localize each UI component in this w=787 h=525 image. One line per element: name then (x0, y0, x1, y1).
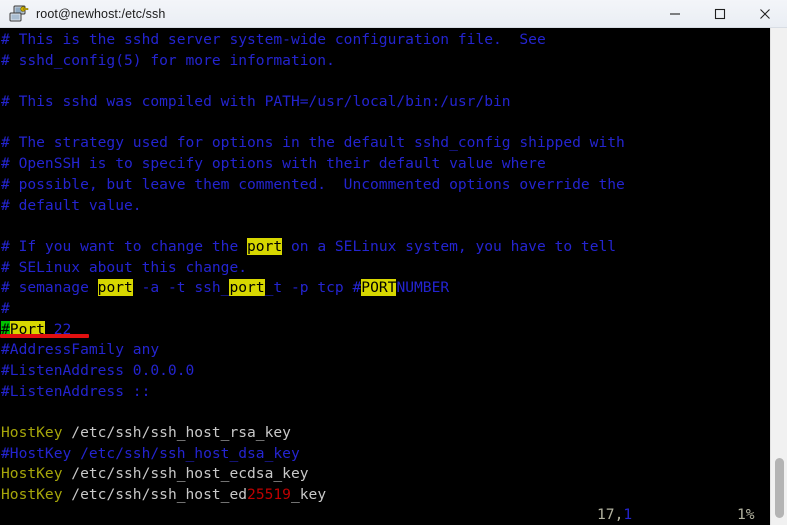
window-controls (652, 0, 787, 28)
terminal-line: #HostKey /etc/ssh/ssh_host_dsa_key (0, 444, 770, 465)
window-title: root@newhost:/etc/ssh (36, 6, 166, 21)
terminal-line: #AddressFamily any (0, 340, 770, 361)
line-text: # The strategy used for options in the d… (1, 134, 625, 152)
terminal-line: # This is the sshd server system-wide co… (0, 30, 770, 51)
terminal-screen[interactable]: # This is the sshd server system-wide co… (0, 28, 770, 525)
terminal-line: # OpenSSH is to specify options with the… (0, 154, 770, 175)
terminal-line: #ListenAddress :: (0, 382, 770, 403)
line-text: #ListenAddress 0.0.0.0 (1, 362, 195, 379)
config-value: _key (290, 486, 327, 504)
search-match: port (247, 237, 283, 255)
terminal-line: HostKey /etc/ssh/ssh_host_ecdsa_key (0, 464, 770, 485)
config-value: /etc/ssh/ssh_host_ed (62, 486, 248, 504)
minimize-button[interactable] (652, 0, 697, 28)
terminal-line: # semanage port -a -t ssh_port_t -p tcp … (0, 278, 770, 299)
terminal-line: # (0, 299, 770, 320)
terminal-line: HostKey /etc/ssh/ssh_host_ed25519_key (0, 485, 770, 506)
cursor-position-col: 1 (623, 506, 633, 523)
terminal-line: # This sshd was compiled with PATH=/usr/… (0, 92, 770, 113)
line-text: #ListenAddress :: (1, 382, 151, 400)
vertical-scrollbar[interactable] (770, 28, 787, 525)
window-titlebar[interactable]: root@newhost:/etc/ssh (0, 0, 787, 28)
close-icon (759, 9, 770, 19)
cursor-position-row: 17, (597, 506, 624, 523)
terminal-line: #ListenAddress 0.0.0.0 (0, 361, 770, 382)
terminal-line: # possible, but leave them commented. Un… (0, 175, 770, 196)
line-text: on a SELinux system, you have to tell (282, 237, 617, 255)
line-text: # semanage (1, 279, 98, 297)
line-text: # This is the sshd server system-wide co… (1, 31, 546, 48)
terminal-text-area: # This is the sshd server system-wide co… (0, 30, 770, 525)
putty-terminal-window: root@newhost:/etc/ssh # This is the sshd… (0, 0, 787, 525)
line-text: # default value. (1, 196, 142, 214)
search-match: PORT (361, 279, 397, 297)
line-text: # (1, 299, 10, 317)
spellcheck-underline (0, 333, 89, 338)
line-text: # OpenSSH is to specify options with the… (1, 155, 546, 173)
line-text: _t -p tcp # (264, 279, 362, 297)
line-text: # If you want to change the (1, 237, 248, 255)
terminal-line: HostKey /etc/ssh/ssh_host_rsa_key (0, 423, 770, 444)
line-text: # SELinux about this change. (1, 258, 248, 276)
line-text: #AddressFamily any (1, 341, 160, 359)
maximize-icon (714, 8, 725, 20)
config-keyword: HostKey (1, 424, 63, 442)
line-text: NUMBER (396, 279, 450, 297)
line-text: # This sshd was compiled with PATH=/usr/… (1, 93, 511, 111)
maximize-button[interactable] (697, 0, 742, 28)
close-button[interactable] (742, 0, 787, 28)
terminal-line: # The strategy used for options in the d… (0, 133, 770, 154)
config-value: /etc/ssh/ssh_host_ecdsa_key (62, 465, 309, 483)
search-match: port (229, 279, 265, 297)
terminal-line: # default value. (0, 196, 770, 217)
scroll-percent: 1% (737, 506, 755, 523)
config-keyword: HostKey (1, 486, 63, 504)
minimize-icon (669, 13, 680, 15)
vertical-scroll-thumb[interactable] (775, 458, 784, 518)
terminal-line: # SELinux about this change. (0, 258, 770, 279)
line-text: # possible, but leave them commented. Un… (1, 175, 625, 193)
line-text: #HostKey /etc/ssh/ssh_host_dsa_key (1, 444, 300, 462)
terminal-line: # sshd_config(5) for more information. (0, 51, 770, 72)
line-text: # sshd_config(5) for more information. (1, 51, 335, 69)
search-match: port (97, 279, 133, 297)
terminal-line-port: #Port 22 (0, 320, 770, 341)
config-value: /etc/ssh/ssh_host_rsa_key (62, 424, 291, 442)
config-number: 25519 (247, 486, 291, 504)
editor-status-line: 17,1 1% (0, 504, 770, 525)
terminal-line: # If you want to change the port on a SE… (0, 237, 770, 258)
putty-icon (8, 4, 30, 24)
line-text: -a -t ssh_ (132, 279, 230, 297)
cursor-position: 17,1 (597, 504, 632, 525)
config-keyword: HostKey (1, 465, 63, 483)
